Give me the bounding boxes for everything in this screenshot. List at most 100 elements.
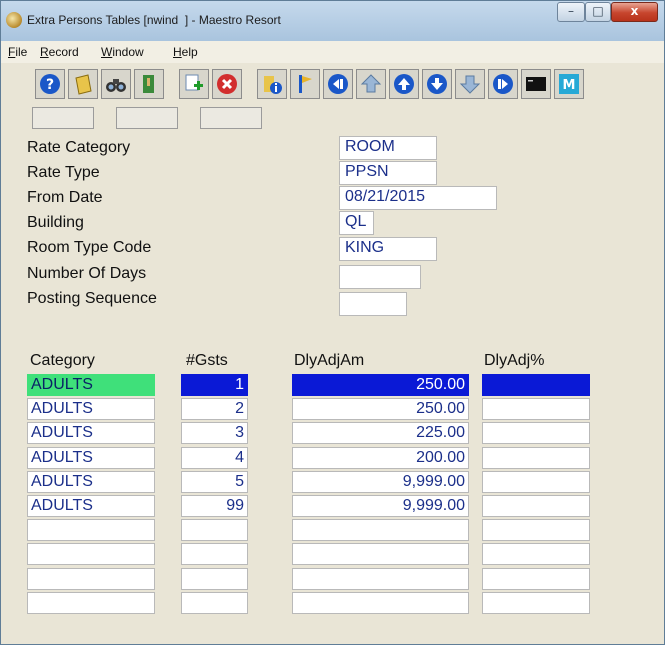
daily-adj-percent-cell[interactable] xyxy=(482,447,590,469)
maestro-icon: M xyxy=(559,74,579,94)
guests-cell[interactable] xyxy=(181,568,248,590)
daily-adj-percent-cell[interactable] xyxy=(482,568,590,590)
category-cell[interactable] xyxy=(27,519,155,541)
label-room-type-code: Room Type Code xyxy=(27,239,152,256)
daily-adj-amount-cell[interactable]: 250.00 xyxy=(292,398,469,420)
label-posting-sequence: Posting Sequence xyxy=(27,290,157,307)
category-cell[interactable] xyxy=(27,592,155,614)
close-button[interactable]: x xyxy=(611,2,658,22)
category-cell[interactable]: ADULTS xyxy=(27,471,155,493)
guests-cell[interactable] xyxy=(181,519,248,541)
posting-sequence-field[interactable] xyxy=(339,292,407,316)
guests-cell[interactable]: 5 xyxy=(181,471,248,493)
daily-adj-percent-cell[interactable] xyxy=(482,592,590,614)
delete-button[interactable] xyxy=(212,69,242,99)
daily-adj-amount-cell[interactable] xyxy=(292,592,469,614)
window-title: Extra Persons Tables [nwind ] - Maestro … xyxy=(27,13,281,27)
daily-adj-amount-cell[interactable]: 9,999.00 xyxy=(292,471,469,493)
previous-record-button[interactable] xyxy=(389,69,419,99)
help-icon: ? xyxy=(40,74,60,94)
menu-record[interactable]: Record xyxy=(40,45,79,59)
flag-button[interactable] xyxy=(290,69,320,99)
category-cell[interactable] xyxy=(27,543,155,565)
daily-adj-amount-cell[interactable]: 250.00 xyxy=(292,374,469,396)
column-header-daily-adj-percent: DlyAdj% xyxy=(484,352,545,369)
daily-adj-amount-cell[interactable] xyxy=(292,568,469,590)
guests-cell[interactable]: 1 xyxy=(181,374,248,396)
folder-info-icon xyxy=(264,76,282,94)
exit-button[interactable] xyxy=(134,69,164,99)
new-record-icon xyxy=(185,74,203,91)
category-cell[interactable] xyxy=(27,568,155,590)
app-window: Extra Persons Tables [nwind ] - Maestro … xyxy=(0,0,665,645)
daily-adj-amount-cell[interactable]: 200.00 xyxy=(292,447,469,469)
rate-type-field[interactable]: PPSN xyxy=(339,161,437,185)
from-date-field[interactable]: 08/21/2015 xyxy=(339,186,497,210)
first-record-button[interactable] xyxy=(323,69,353,99)
minimize-button[interactable]: – xyxy=(557,2,585,22)
next-page-icon xyxy=(459,75,481,94)
daily-adj-percent-cell[interactable] xyxy=(482,374,590,396)
daily-adj-amount-cell[interactable]: 225.00 xyxy=(292,422,469,444)
daily-adj-percent-cell[interactable] xyxy=(482,495,590,517)
menu-window[interactable]: Window xyxy=(101,45,144,59)
daily-adj-percent-cell[interactable] xyxy=(482,471,590,493)
menu-file[interactable]: File xyxy=(8,45,27,59)
label-building: Building xyxy=(27,214,84,231)
number-of-days-field[interactable] xyxy=(339,265,421,289)
binoculars-icon xyxy=(106,79,126,92)
column-header-daily-adj-amount: DlyAdjAm xyxy=(294,352,365,369)
title-bar[interactable]: Extra Persons Tables [nwind ] - Maestro … xyxy=(1,1,664,41)
daily-adj-percent-cell[interactable] xyxy=(482,422,590,444)
rate-category-field[interactable]: ROOM xyxy=(339,136,437,160)
daily-adj-amount-cell[interactable] xyxy=(292,519,469,541)
room-type-code-field[interactable]: KING xyxy=(339,237,437,261)
guests-cell[interactable]: 99 xyxy=(181,495,248,517)
maximize-button[interactable]: □ xyxy=(585,2,611,22)
column-header-category: Category xyxy=(30,352,95,369)
guests-cell[interactable]: 3 xyxy=(181,422,248,444)
app-icon[interactable] xyxy=(6,12,22,28)
notepad-button[interactable] xyxy=(68,69,98,99)
guests-cell[interactable]: 2 xyxy=(181,398,248,420)
svg-text:?: ? xyxy=(46,77,54,93)
daily-adj-amount-cell[interactable]: 9,999.00 xyxy=(292,495,469,517)
info-button[interactable] xyxy=(257,69,287,99)
menu-help[interactable]: Help xyxy=(173,45,198,59)
maestro-button[interactable]: M xyxy=(554,69,584,99)
category-cell[interactable]: ADULTS xyxy=(27,495,155,517)
category-cell[interactable]: ADULTS xyxy=(27,422,155,444)
menu-bar: File Record Window Help xyxy=(1,41,664,63)
last-record-button[interactable] xyxy=(488,69,518,99)
next-record-button[interactable] xyxy=(422,69,452,99)
daily-adj-percent-cell[interactable] xyxy=(482,519,590,541)
building-field[interactable]: QL xyxy=(339,211,374,235)
label-rate-category: Rate Category xyxy=(27,139,131,156)
daily-adj-percent-cell[interactable] xyxy=(482,543,590,565)
status-box-3 xyxy=(200,107,262,129)
previous-page-icon xyxy=(360,74,382,93)
help-button[interactable]: ? xyxy=(35,69,65,99)
find-button[interactable] xyxy=(101,69,131,99)
daily-adj-percent-cell[interactable] xyxy=(482,398,590,420)
guests-cell[interactable]: 4 xyxy=(181,447,248,469)
exit-door-icon xyxy=(143,75,154,93)
svg-text:M: M xyxy=(563,78,576,93)
category-cell[interactable]: ADULTS xyxy=(27,398,155,420)
label-from-date: From Date xyxy=(27,189,103,206)
notepad-icon xyxy=(75,74,92,95)
daily-adj-amount-cell[interactable] xyxy=(292,543,469,565)
category-cell[interactable]: ADULTS xyxy=(27,447,155,469)
guests-cell[interactable] xyxy=(181,592,248,614)
guests-cell[interactable] xyxy=(181,543,248,565)
toolbar: ? M xyxy=(1,63,664,107)
next-page-button[interactable] xyxy=(455,69,485,99)
previous-page-button[interactable] xyxy=(356,69,386,99)
console-icon xyxy=(526,77,546,91)
console-button[interactable] xyxy=(521,69,551,99)
column-header-guests: #Gsts xyxy=(186,352,228,369)
last-record-icon xyxy=(493,74,513,94)
new-record-button[interactable] xyxy=(179,69,209,99)
next-record-icon xyxy=(427,74,447,94)
category-cell[interactable]: ADULTS xyxy=(27,374,155,396)
